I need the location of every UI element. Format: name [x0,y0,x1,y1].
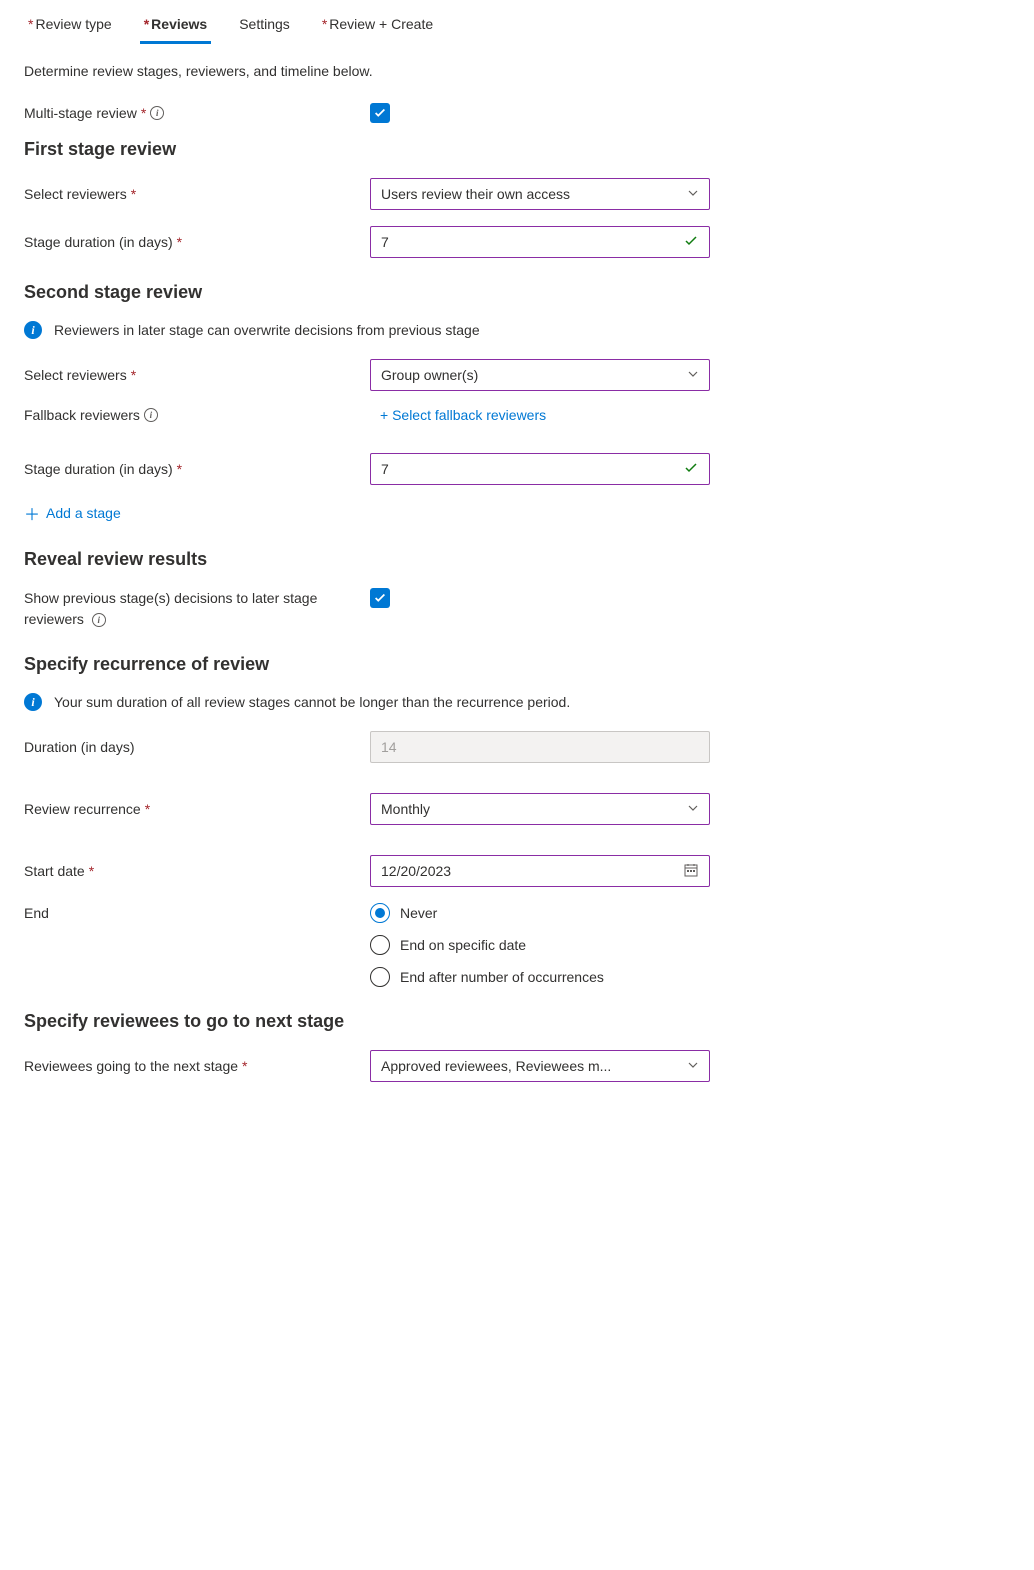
first-select-reviewers-label: Select reviewers * [24,186,370,202]
add-stage-link[interactable]: ＋ Add a stage [24,501,121,525]
reviewees-next-stage-label: Reviewees going to the next stage * [24,1058,370,1074]
end-never-radio[interactable]: Never [370,903,710,923]
review-recurrence-label: Review recurrence * [24,801,370,817]
tab-settings[interactable]: Settings [235,8,294,44]
first-select-reviewers-dropdown[interactable]: Users review their own access [370,178,710,210]
tab-review-create[interactable]: *Review + Create [318,8,437,44]
chevron-down-icon [687,367,699,383]
checkmark-icon [373,106,387,120]
end-label: End [24,903,370,921]
end-specific-date-radio[interactable]: End on specific date [370,935,710,955]
tab-bar: *Review type *Reviews Settings *Review +… [0,0,1034,45]
tab-review-type[interactable]: *Review type [24,8,116,44]
fallback-reviewers-label: Fallback reviewers i [24,407,370,423]
end-radio-group: Never End on specific date End after num… [370,903,710,987]
first-stage-duration-input[interactable]: 7 [370,226,710,258]
multi-stage-label: Multi-stage review * i [24,105,370,121]
start-date-input[interactable]: 12/20/2023 [370,855,710,887]
recurrence-heading: Specify recurrence of review [24,654,1010,675]
chevron-down-icon [687,186,699,202]
chevron-down-icon [687,801,699,817]
next-stage-heading: Specify reviewees to go to next stage [24,1011,1010,1032]
multi-stage-checkbox[interactable] [370,103,390,123]
second-stage-info: i Reviewers in later stage can overwrite… [24,321,1010,339]
start-date-label: Start date * [24,863,370,879]
info-icon: i [24,321,42,339]
valid-check-icon [683,233,699,252]
recurrence-info: i Your sum duration of all review stages… [24,693,1010,711]
info-icon[interactable]: i [150,106,164,120]
second-stage-duration-input[interactable]: 7 [370,453,710,485]
reviewees-next-stage-dropdown[interactable]: Approved reviewees, Reviewees m... [370,1050,710,1082]
select-fallback-reviewers-link[interactable]: + Select fallback reviewers [380,407,546,423]
plus-icon: ＋ [24,501,40,525]
info-icon: i [24,693,42,711]
chevron-down-icon [687,1058,699,1074]
info-icon[interactable]: i [144,408,158,422]
info-icon[interactable]: i [92,613,106,627]
first-stage-heading: First stage review [24,139,1010,160]
end-occurrences-radio[interactable]: End after number of occurrences [370,967,710,987]
checkmark-icon [373,591,387,605]
intro-text: Determine review stages, reviewers, and … [24,63,1010,79]
calendar-icon [683,862,699,881]
second-select-reviewers-label: Select reviewers * [24,367,370,383]
review-recurrence-dropdown[interactable]: Monthly [370,793,710,825]
duration-label: Duration (in days) [24,739,370,755]
second-stage-duration-label: Stage duration (in days) * [24,461,370,477]
tab-reviews[interactable]: *Reviews [140,8,212,44]
duration-input: 14 [370,731,710,763]
first-stage-duration-label: Stage duration (in days) * [24,234,370,250]
reveal-label: Show previous stage(s) decisions to late… [24,588,370,630]
reveal-checkbox[interactable] [370,588,390,608]
second-stage-heading: Second stage review [24,282,1010,303]
second-select-reviewers-dropdown[interactable]: Group owner(s) [370,359,710,391]
reveal-heading: Reveal review results [24,549,1010,570]
valid-check-icon [683,460,699,479]
